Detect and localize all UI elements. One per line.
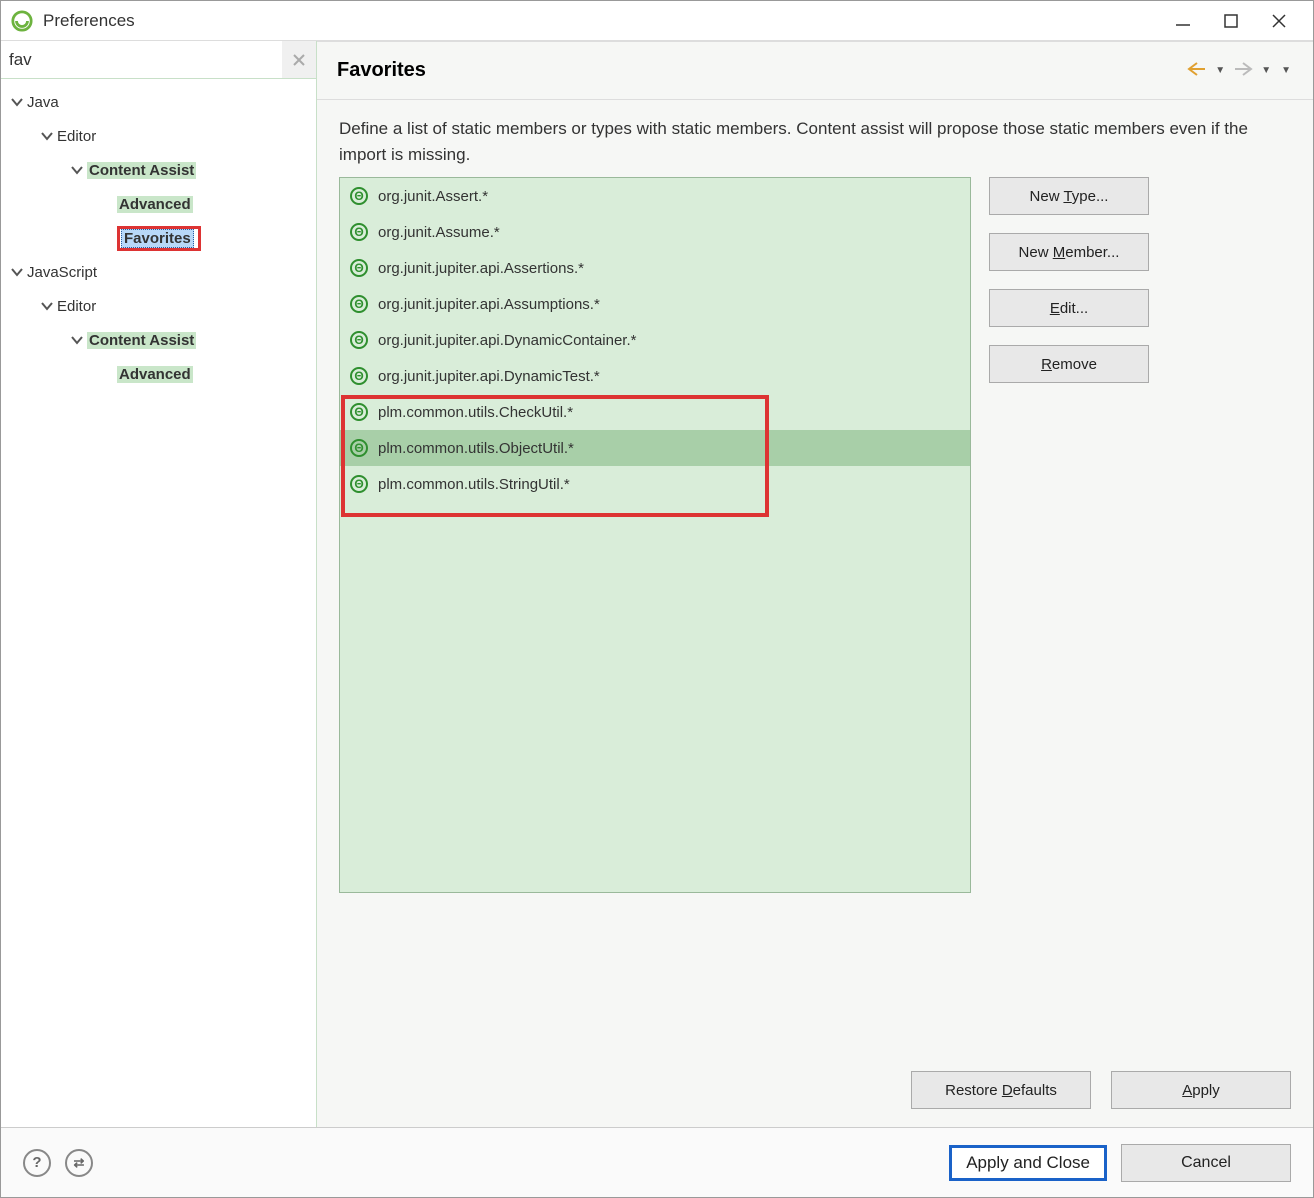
list-item-label: org.junit.Assume.* [378, 224, 500, 241]
back-dropdown-icon[interactable]: ▼ [1213, 65, 1227, 76]
list-item-label: org.junit.jupiter.api.DynamicContainer.* [378, 332, 636, 349]
filter-input[interactable] [1, 41, 282, 78]
tree-item[interactable]: JavaScript [1, 255, 316, 289]
list-item-label: org.junit.jupiter.api.DynamicTest.* [378, 368, 600, 385]
app-icon [11, 10, 33, 32]
preferences-window: Preferences Java Editor Content Assist Adva… [0, 0, 1314, 1198]
side-buttons: New Type... New Member... Edit... Remove [989, 177, 1149, 1047]
list-item[interactable]: Θplm.common.utils.CheckUtil.* [340, 394, 970, 430]
tree-item[interactable]: Editor [1, 119, 316, 153]
tree-label: Advanced [117, 366, 193, 383]
forward-dropdown-icon[interactable]: ▼ [1259, 65, 1273, 76]
tree-item[interactable]: Editor [1, 289, 316, 323]
lower-buttons: Restore Defaults Apply [317, 1061, 1313, 1127]
chevron-down-icon [9, 264, 25, 280]
content-panel: Favorites ▼ ▼ ▼ Define a list of static … [317, 41, 1313, 1127]
window-title: Preferences [43, 11, 1159, 31]
chevron-down-icon [69, 332, 85, 348]
annotation-highlight-box: Favorites [117, 226, 201, 251]
tree-item[interactable]: Content Assist [1, 153, 316, 187]
history-nav: ▼ ▼ ▼ [1187, 61, 1293, 81]
list-item[interactable]: Θorg.junit.jupiter.api.Assertions.* [340, 250, 970, 286]
tree-label: Editor [57, 298, 96, 315]
forward-icon[interactable] [1233, 61, 1253, 81]
list-item[interactable]: Θorg.junit.Assert.* [340, 178, 970, 214]
apply-button[interactable]: Apply [1111, 1071, 1291, 1109]
chevron-down-icon [99, 196, 115, 212]
list-item[interactable]: Θorg.junit.jupiter.api.Assumptions.* [340, 286, 970, 322]
help-button[interactable]: ? [23, 1149, 51, 1177]
preference-tree[interactable]: Java Editor Content Assist Advanced Favorite… [1, 79, 316, 1127]
chevron-down-icon [9, 94, 25, 110]
edit-button[interactable]: Edit... [989, 289, 1149, 327]
list-item[interactable]: Θorg.junit.jupiter.api.DynamicContainer.… [340, 322, 970, 358]
titlebar: Preferences [1, 1, 1313, 41]
clear-filter-button[interactable] [282, 41, 316, 78]
minimize-button[interactable] [1159, 5, 1207, 37]
tree-item[interactable]: Java [1, 85, 316, 119]
chevron-down-icon [39, 298, 55, 314]
import-export-button[interactable]: ⇄ [65, 1149, 93, 1177]
tree-item[interactable]: Favorites [1, 221, 316, 255]
page-title: Favorites [337, 59, 1187, 82]
class-icon: Θ [350, 475, 368, 493]
page-description: Define a list of static members or types… [317, 100, 1313, 177]
tree-item[interactable]: Advanced [1, 187, 316, 221]
tree-label: Content Assist [87, 162, 196, 179]
list-item[interactable]: Θplm.common.utils.ObjectUtil.* [340, 430, 970, 466]
class-icon: Θ [350, 403, 368, 421]
tree-label: Content Assist [87, 332, 196, 349]
restore-defaults-button[interactable]: Restore Defaults [911, 1071, 1091, 1109]
favorites-list[interactable]: Θorg.junit.Assert.*Θorg.junit.Assume.*Θo… [339, 177, 971, 893]
tree-label: JavaScript [27, 264, 97, 281]
chevron-down-icon [39, 128, 55, 144]
heading-row: Favorites ▼ ▼ ▼ [317, 42, 1313, 100]
clear-icon [292, 53, 306, 67]
class-icon: Θ [350, 187, 368, 205]
list-item-label: plm.common.utils.CheckUtil.* [378, 404, 573, 421]
maximize-button[interactable] [1207, 5, 1255, 37]
class-icon: Θ [350, 223, 368, 241]
list-item[interactable]: Θorg.junit.jupiter.api.DynamicTest.* [340, 358, 970, 394]
class-icon: Θ [350, 331, 368, 349]
body-row: Θorg.junit.Assert.*Θorg.junit.Assume.*Θo… [317, 177, 1313, 1061]
back-icon[interactable] [1187, 61, 1207, 81]
class-icon: Θ [350, 295, 368, 313]
main-area: Java Editor Content Assist Advanced Favorite… [1, 41, 1313, 1127]
tree-label: Favorites [121, 229, 194, 248]
view-menu-icon[interactable]: ▼ [1279, 65, 1293, 76]
list-item[interactable]: Θplm.common.utils.StringUtil.* [340, 466, 970, 502]
tree-item[interactable]: Advanced [1, 357, 316, 391]
close-button[interactable] [1255, 5, 1303, 37]
footer: ? ⇄ Apply and Close Cancel [1, 1127, 1313, 1197]
remove-button[interactable]: Remove [989, 345, 1149, 383]
list-item-label: org.junit.jupiter.api.Assertions.* [378, 260, 584, 277]
favorites-list-wrap: Θorg.junit.Assert.*Θorg.junit.Assume.*Θo… [339, 177, 971, 1047]
class-icon: Θ [350, 439, 368, 457]
tree-label: Advanced [117, 196, 193, 213]
tree-label: Editor [57, 128, 96, 145]
tree-item[interactable]: Content Assist [1, 323, 316, 357]
sidebar: Java Editor Content Assist Advanced Favorite… [1, 41, 317, 1127]
chevron-down-icon [69, 162, 85, 178]
chevron-down-icon [99, 230, 115, 246]
list-item-label: plm.common.utils.StringUtil.* [378, 476, 570, 493]
class-icon: Θ [350, 259, 368, 277]
new-type-button[interactable]: New Type... [989, 177, 1149, 215]
cancel-button[interactable]: Cancel [1121, 1144, 1291, 1182]
apply-and-close-button[interactable]: Apply and Close [949, 1145, 1107, 1181]
filter-wrap [1, 41, 316, 79]
list-item[interactable]: Θorg.junit.Assume.* [340, 214, 970, 250]
list-item-label: org.junit.jupiter.api.Assumptions.* [378, 296, 600, 313]
new-member-button[interactable]: New Member... [989, 233, 1149, 271]
chevron-down-icon [99, 366, 115, 382]
tree-label: Java [27, 94, 59, 111]
list-item-label: plm.common.utils.ObjectUtil.* [378, 440, 574, 457]
class-icon: Θ [350, 367, 368, 385]
list-item-label: org.junit.Assert.* [378, 188, 488, 205]
